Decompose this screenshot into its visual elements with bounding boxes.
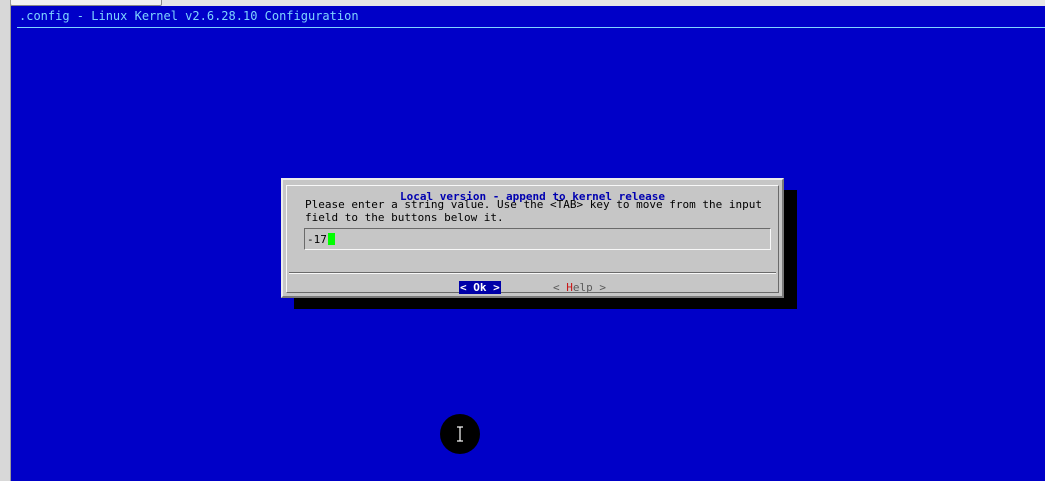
dialog-border: Local version - append to kernel release… xyxy=(286,185,779,294)
text-cursor-icon xyxy=(457,426,463,442)
ok-button[interactable]: < Ok > xyxy=(459,281,501,294)
help-open-bracket: < xyxy=(553,281,560,294)
prompt-line-2: field to the buttons below it. xyxy=(305,211,504,224)
text-cursor xyxy=(327,233,335,245)
input-value: -17 xyxy=(307,233,327,246)
menuconfig-title: .config - Linux Kernel v2.6.28.10 Config… xyxy=(19,9,359,23)
help-button[interactable]: < Help > xyxy=(553,281,606,294)
screen: .config - Linux Kernel v2.6.28.10 Config… xyxy=(0,0,1045,481)
title-rule xyxy=(17,27,1045,28)
prompt-line-1: Please enter a string value. Use the <TA… xyxy=(305,198,762,211)
mouse-pointer xyxy=(440,414,480,454)
dialog-prompt: Please enter a string value. Use the <TA… xyxy=(305,198,775,224)
input-value-wrap: -17 xyxy=(307,233,335,246)
ok-label: Ok xyxy=(467,281,494,294)
ok-close-bracket: > xyxy=(493,281,500,294)
help-close-bracket: > xyxy=(599,281,606,294)
help-label-rest: elp xyxy=(572,281,593,294)
ok-open-bracket: < xyxy=(460,281,467,294)
ok-label-text: Ok xyxy=(473,281,487,294)
help-hotkey: H xyxy=(566,281,573,294)
input-dialog: Local version - append to kernel release… xyxy=(281,178,784,298)
string-input[interactable]: -17 xyxy=(304,228,771,250)
window-frame-left xyxy=(0,0,11,481)
button-separator xyxy=(289,272,776,274)
